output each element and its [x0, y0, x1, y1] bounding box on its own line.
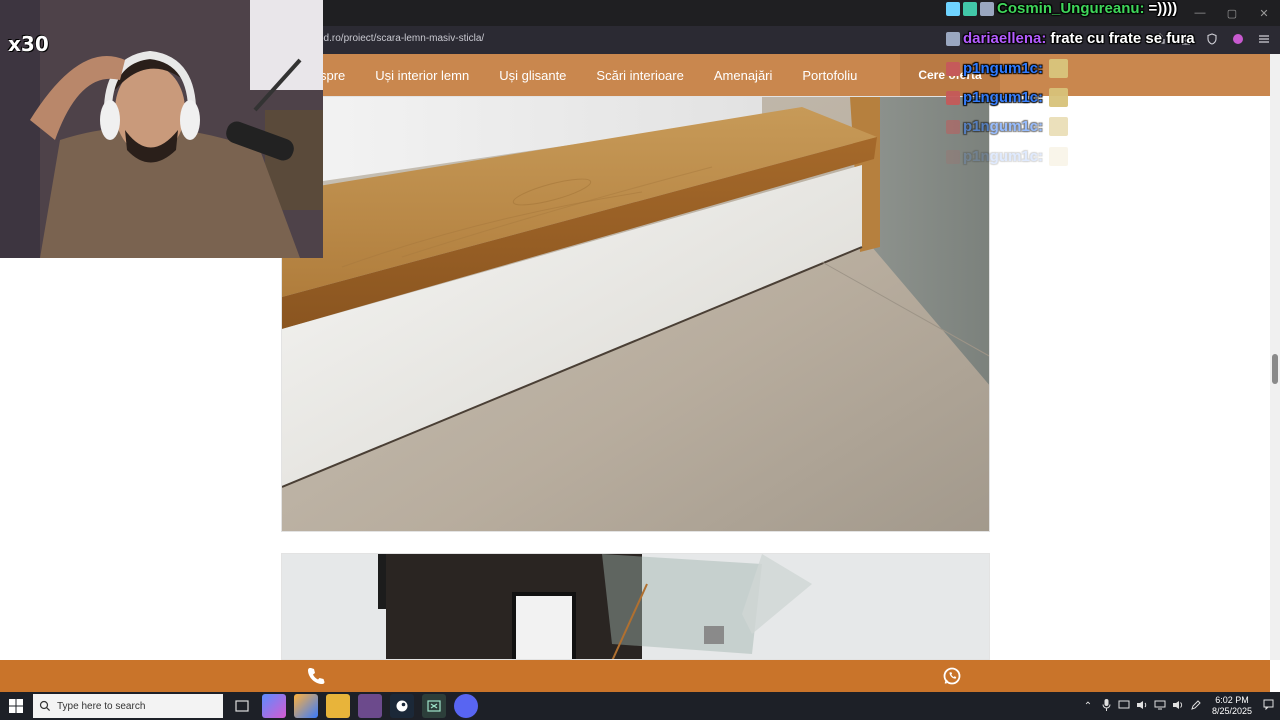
chat-message: p1ngum1c: [946, 117, 1069, 136]
sub-badge-icon [963, 1, 977, 16]
pinguin-badge-icon [946, 31, 960, 46]
nav-item-usi-interior-lemn[interactable]: Uși interior lemn [375, 68, 469, 83]
task-view-icon[interactable] [230, 694, 254, 718]
windows-taskbar: Type here to search ⌃ 6:02 PM 8/25/2025 [0, 692, 1280, 720]
emote-icon [1049, 117, 1069, 136]
windows-start-icon[interactable] [0, 692, 32, 720]
maximize-button[interactable]: ▢ [1216, 0, 1248, 26]
sword-badge-icon [946, 1, 960, 16]
pinguin-badge-icon [980, 1, 994, 16]
chat-text: =)))) [1148, 0, 1178, 17]
pen-icon[interactable] [1190, 699, 1202, 713]
scroll-thumb[interactable] [1272, 354, 1278, 384]
page-scrollbar[interactable] [1270, 54, 1280, 660]
taskbar-search[interactable]: Type here to search [33, 694, 223, 718]
nav-item-amenajari[interactable]: Amenajări [714, 68, 773, 83]
pinguin-badge-icon [946, 149, 960, 164]
steam-icon[interactable] [390, 694, 414, 718]
chat-message: p1ngum1c: [946, 147, 1069, 166]
discord-icon[interactable] [454, 694, 478, 718]
chat-username: p1ngum1c: [963, 148, 1044, 165]
nav-menu: spre Uși interior lemn Uși glisante Scăr… [320, 54, 887, 96]
contact-bar [0, 660, 1270, 692]
speaker-icon[interactable] [1172, 700, 1184, 713]
chat-message: p1ngum1c: [946, 59, 1069, 78]
nav-item-despre[interactable]: spre [320, 68, 345, 83]
nav-item-portofoliu[interactable]: Portofoliu [802, 68, 857, 83]
browser-icon[interactable] [358, 694, 382, 718]
menu-icon[interactable] [1256, 31, 1272, 47]
system-clock[interactable]: 6:02 PM 8/25/2025 [1208, 695, 1256, 717]
notification-icon[interactable] [1262, 699, 1274, 713]
window-controls: — ▢ ✕ [1184, 0, 1280, 26]
file-explorer-icon[interactable] [326, 694, 350, 718]
emote-icon [1049, 88, 1069, 107]
clock-time: 6:02 PM [1215, 695, 1249, 705]
network-icon[interactable] [1118, 700, 1130, 713]
glass-railing-photo [281, 553, 990, 660]
shield-icon[interactable] [1204, 31, 1220, 47]
chat-message: Cosmin_Ungureanu: =)))) [946, 0, 1177, 17]
url-field[interactable]: od.ro/proiect/scara-lemn-masiv-sticla/ [318, 33, 484, 44]
phone-icon[interactable] [302, 663, 330, 689]
chat-username: p1ngum1c: [963, 118, 1044, 135]
app-icon[interactable] [294, 694, 318, 718]
emote-icon [1049, 59, 1069, 78]
chat-message: dariaellena: frate cu frate se fura [946, 30, 1195, 47]
whatsapp-icon[interactable] [938, 663, 966, 689]
minimize-button[interactable]: — [1184, 0, 1216, 26]
chat-username: Cosmin_Ungureanu: [997, 0, 1145, 17]
clock-date: 8/25/2025 [1211, 706, 1253, 716]
chat-username: dariaellena: [963, 30, 1047, 47]
pinned-apps [230, 694, 478, 718]
chat-username: p1ngum1c: [963, 89, 1044, 106]
xbox-icon[interactable] [422, 694, 446, 718]
extension-icon[interactable] [1230, 31, 1246, 47]
search-placeholder: Type here to search [57, 700, 146, 712]
nav-item-scari-interioare[interactable]: Scări interioare [596, 68, 683, 83]
chevron-up-icon[interactable]: ⌃ [1082, 701, 1094, 712]
chat-text: frate cu frate se fura [1050, 30, 1195, 47]
copilot-icon[interactable] [262, 694, 286, 718]
system-tray: ⌃ 6:02 PM 8/25/2025 [1082, 692, 1280, 720]
chat-message: p1ngum1c: [946, 88, 1069, 107]
pinguin-badge-icon [946, 90, 960, 105]
chat-username: p1ngum1c: [963, 60, 1044, 77]
staircase-photo [281, 96, 990, 532]
nav-item-usi-glisante[interactable]: Uși glisante [499, 68, 566, 83]
close-button[interactable]: ✕ [1248, 0, 1280, 26]
screen: — ▢ ✕ od.ro/proiect/scara-lemn-masiv-sti… [0, 0, 1280, 720]
webcam-overlay: x30 [0, 0, 323, 258]
pinguin-badge-icon [946, 119, 960, 134]
stream-badge: x30 [8, 32, 49, 56]
volume-icon[interactable] [1136, 700, 1148, 713]
display-icon[interactable] [1154, 700, 1166, 713]
pinguin-badge-icon [946, 61, 960, 76]
emote-icon [1049, 147, 1069, 166]
search-icon [39, 700, 51, 712]
microphone-icon[interactable] [1100, 698, 1112, 714]
